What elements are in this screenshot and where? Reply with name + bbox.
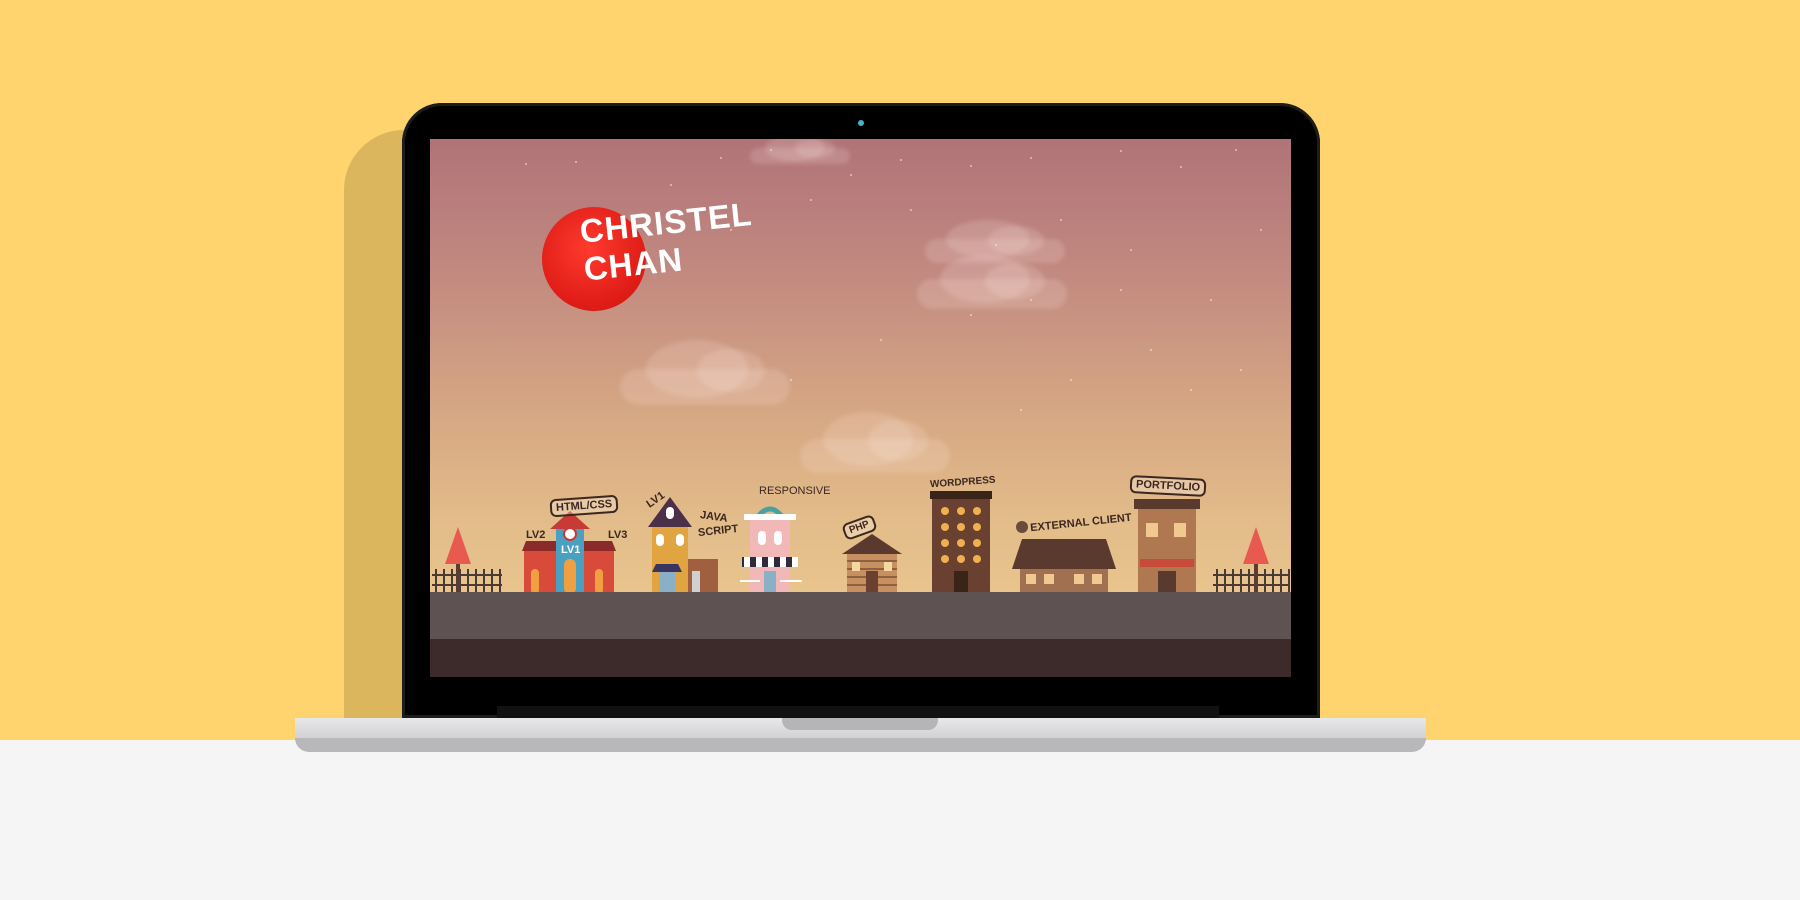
ground [430, 592, 1291, 639]
sign-responsive[interactable]: RESPONSIVE [759, 485, 831, 497]
laptop-base-lip [295, 738, 1426, 752]
laptop-shadow [344, 130, 404, 725]
house-php [842, 534, 902, 594]
house-portfolio [1134, 499, 1200, 594]
fence-left [432, 569, 502, 594]
fence-right [1213, 569, 1290, 594]
laptop-screen: CHRISTEL CHAN HTML/CSS LV2 LV1 LV3 LV1 J… [430, 139, 1291, 677]
label-lv3: LV3 [608, 529, 628, 541]
camera-icon [858, 120, 864, 126]
house-responsive [740, 506, 802, 594]
laptop-hinge [497, 706, 1219, 718]
label-lv1: LV1 [561, 544, 581, 556]
background-floor [0, 740, 1800, 900]
house-external-client [1012, 521, 1116, 594]
house-wordpress [930, 491, 992, 594]
ground-dark [430, 639, 1291, 677]
laptop-notch [782, 718, 938, 730]
label-lv2: LV2 [526, 529, 546, 541]
